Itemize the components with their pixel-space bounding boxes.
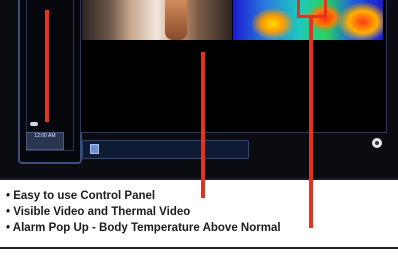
settings-icon[interactable] [372,138,382,148]
pointer-control-panel [45,10,49,122]
monitor-screen: 12:00 AM [0,0,398,180]
panel-indicator [30,122,38,126]
alarm-popup-box[interactable] [297,0,327,18]
video-icon[interactable] [90,144,99,154]
caption-alarm: Alarm Pop Up - Body Temperature Above No… [6,220,281,236]
visible-video-person [165,0,187,40]
visible-video-feed[interactable] [82,0,232,40]
pointer-alarm [309,18,313,228]
caption-list: Easy to use Control Panel Visible Video … [6,188,281,236]
pointer-video [201,52,205,198]
caption-video: Visible Video and Thermal Video [6,204,281,220]
control-panel-inner [26,0,74,151]
caption-control-panel: Easy to use Control Panel [6,188,281,204]
control-panel[interactable]: 12:00 AM [18,0,82,164]
panel-clock: 12:00 AM [26,132,64,150]
bottom-toolbar[interactable] [82,140,249,159]
divider-line [0,247,398,249]
